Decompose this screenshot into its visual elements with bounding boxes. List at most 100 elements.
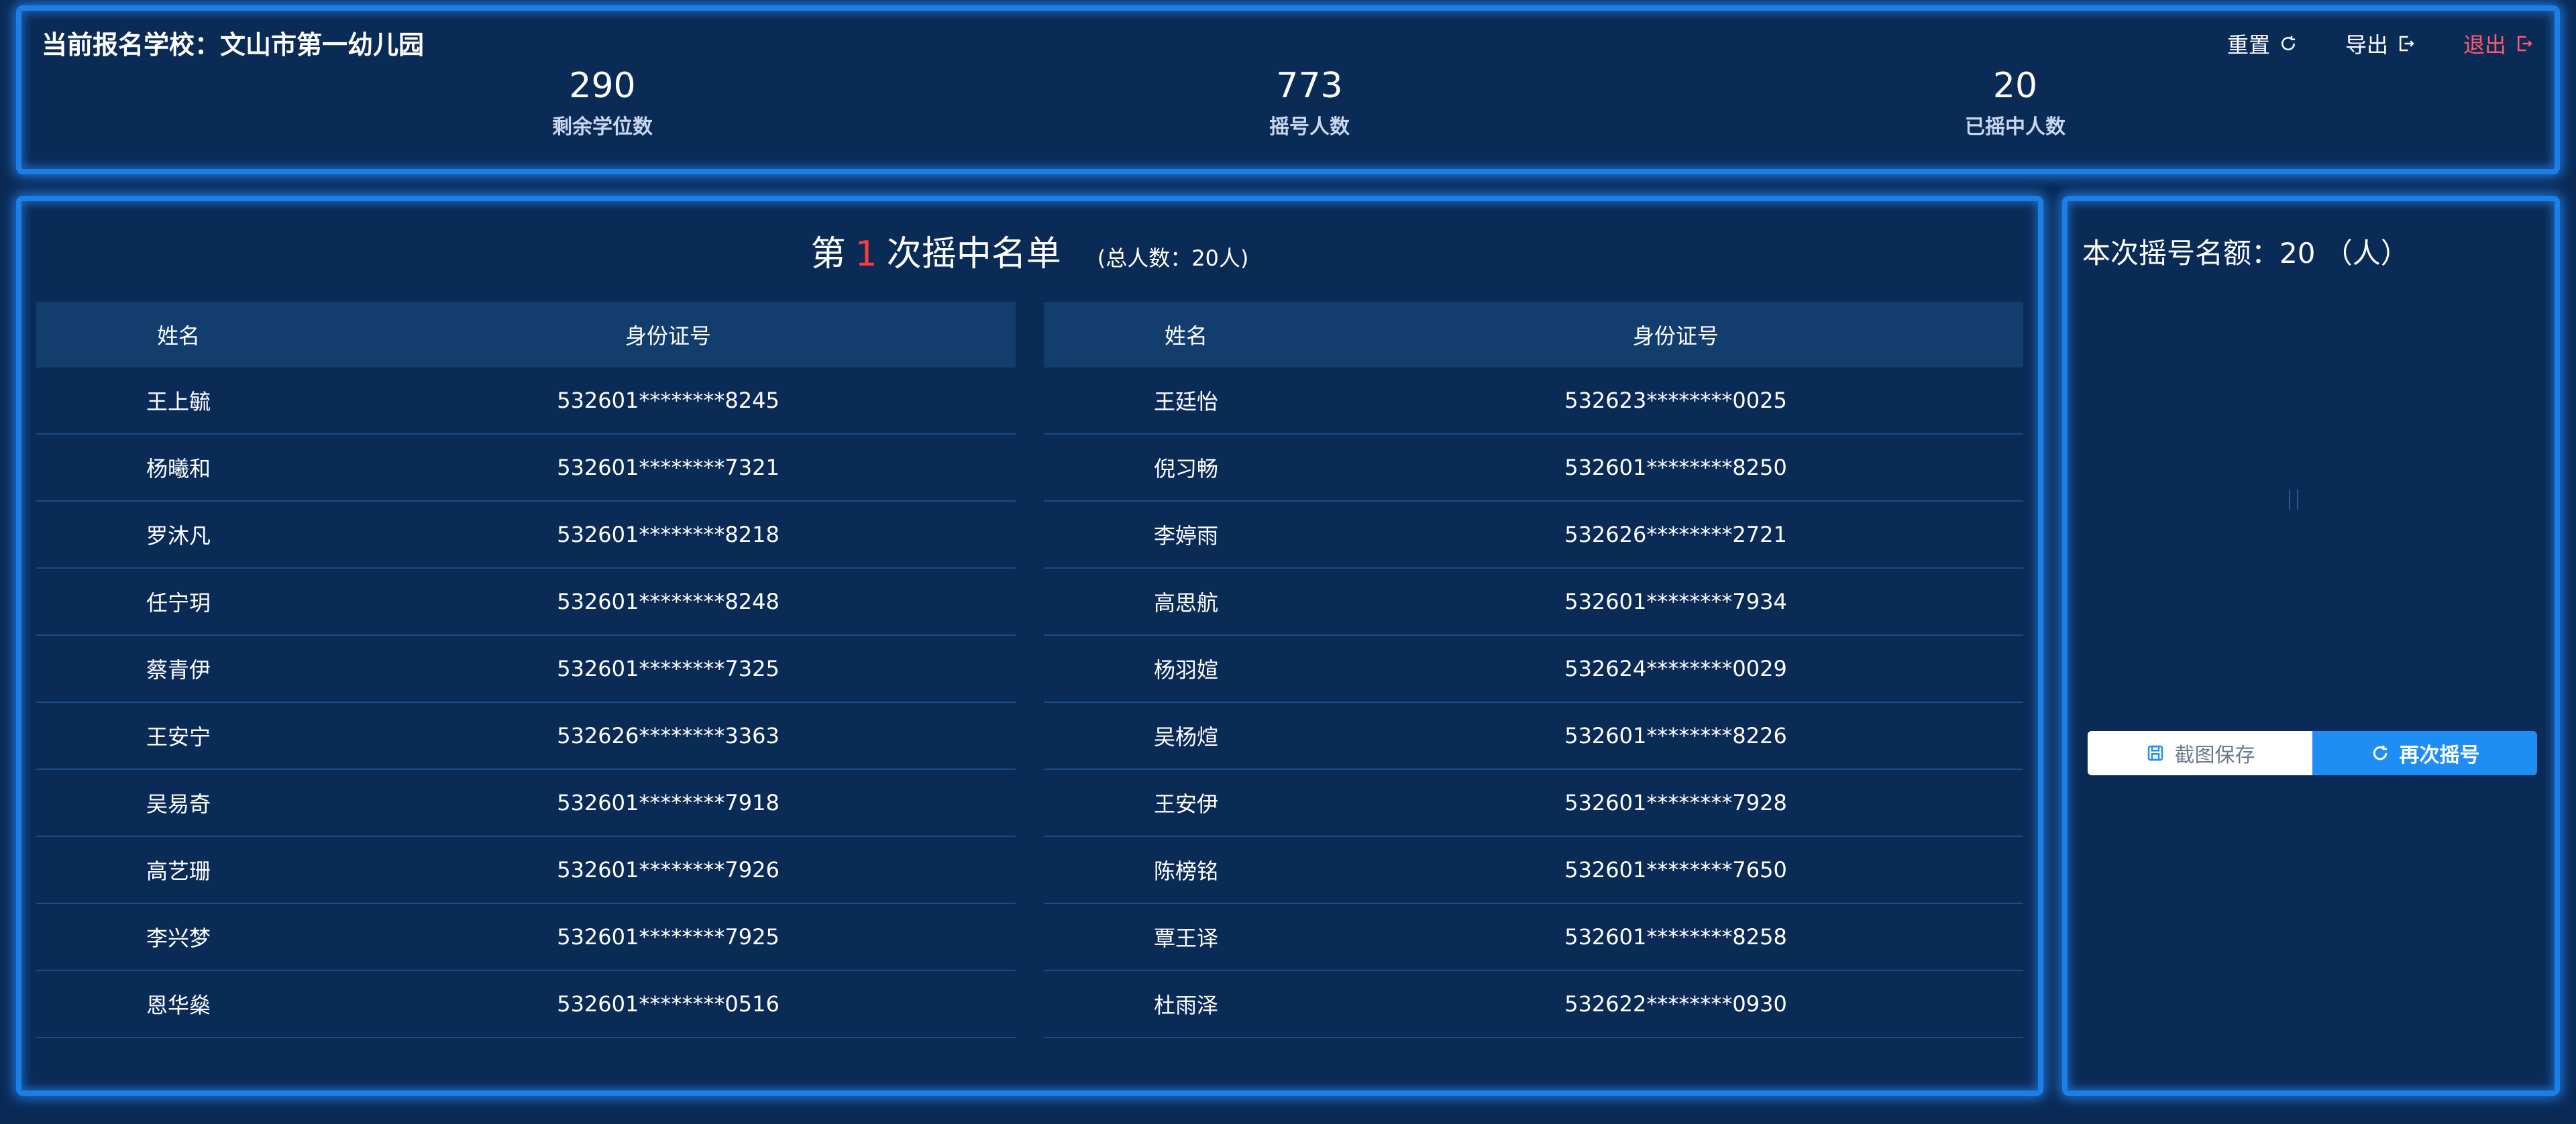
school-label: 当前报名学校：文山市第一幼儿园 [42,30,425,60]
export-button[interactable]: 导出 [2345,28,2416,59]
student-id-number: 532601********7926 [557,857,780,883]
winner-table-left: 姓名 身份证号 王上毓 532601********8245 杨曦和 532601**… [36,302,1016,1038]
student-id-number: 532601********8218 [557,522,780,547]
total-count: (总人数：20人) [1097,245,1249,271]
exit-button[interactable]: 退出 [2463,28,2534,59]
student-id-number: 532601********7325 [557,656,780,681]
column-header-name: 姓名 [1164,323,1208,349]
table-row: 覃王译 532601********8258 [1044,904,2023,971]
student-name: 罗沐凡 [146,523,211,549]
student-name: 王廷怡 [1153,389,1218,414]
table-row: 王安伊 532601********7928 [1044,770,2023,837]
screenshot-save-button[interactable]: 截图保存 [2088,731,2312,775]
student-name: 王上毓 [146,389,211,414]
column-header-id: 身份证号 [625,323,711,349]
student-id-number: 532623********0025 [1564,388,1787,413]
stat-label: 摇号人数 [1269,115,1350,139]
list-title: 第 1 次摇中名单 (总人数：20人) [21,225,2038,276]
student-id-number: 532601********8258 [1564,924,1787,950]
student-name: 高思航 [1153,590,1218,616]
student-id-number: 532626********2721 [1564,522,1787,547]
table-row: 李兴梦 532601********7925 [36,904,1016,971]
student-id-number: 532624********0029 [1564,656,1787,681]
logout-icon [2518,36,2532,52]
lottery-side-panel: 本次摇号名额：20 （人） 截图保存 再次摇号 [2062,196,2560,1096]
column-header-name: 姓名 [156,323,200,349]
table-row: 杜雨泽 532622********0930 [1044,971,2023,1038]
table-row: 杨曦和 532601********7321 [36,435,1016,502]
stat-value: 290 [569,66,636,106]
student-name: 李兴梦 [146,925,211,951]
student-id-number: 532601********7928 [1564,790,1787,816]
table-row: 李婷雨 532626********2721 [1044,502,2023,569]
stat-value: 773 [1276,66,1343,106]
scroll-handle[interactable] [2289,490,2298,510]
reload-icon [2373,745,2387,761]
student-id-number: 532601********8245 [557,388,780,413]
table-row: 吴易奇 532601********7918 [36,770,1016,837]
student-id-number: 532601********7934 [1564,589,1787,614]
student-name: 李婷雨 [1153,523,1218,549]
winner-table-right: 姓名 身份证号 王廷怡 532623********0025 倪习畅 532601**… [1044,302,2023,1038]
title-prefix: 第 [810,234,846,274]
table-row: 王安宁 532626********3363 [36,703,1016,770]
redraw-button[interactable]: 再次摇号 [2312,731,2537,775]
reload-icon [2281,36,2295,51]
stat-label: 剩余学位数 [552,115,653,139]
student-name: 杜雨泽 [1153,993,1218,1018]
table-row: 罗沐凡 532601********8218 [36,502,1016,569]
table-header: 姓名 身份证号 [1044,302,2023,368]
reset-label: 重置 [2226,32,2270,58]
table-row: 倪习畅 532601********8250 [1044,435,2023,502]
table-row: 任宁玥 532601********8248 [36,569,1016,636]
export-label: 导出 [2345,32,2388,58]
stat-selected-count: 20 已摇中人数 [1881,64,2149,139]
column-header-id: 身份证号 [1632,323,1719,349]
student-id-number: 532601********8250 [1564,455,1787,480]
student-name: 任宁玥 [146,590,211,616]
student-name: 王安伊 [1153,791,1218,817]
student-name: 杨曦和 [146,456,211,482]
student-id-number: 532601********8226 [1564,723,1787,748]
student-id-number: 532626********3363 [557,723,780,748]
table-row: 王上毓 532601********8245 [36,368,1016,435]
table-row: 高艺珊 532601********7926 [36,837,1016,904]
side-actions: 截图保存 再次摇号 [2088,731,2537,775]
student-name: 吴易奇 [146,791,211,817]
student-name: 恩华燊 [146,993,211,1018]
student-name: 杨羽媗 [1153,657,1218,683]
round-number: 1 [855,234,877,274]
student-name: 吴杨煊 [1153,724,1218,750]
student-name: 覃王译 [1153,925,1218,951]
student-id-number: 532601********7650 [1564,857,1787,883]
student-id-number: 532601********7321 [557,455,780,480]
header-actions: 重置 导出 退出 [2227,28,2534,59]
student-name: 蔡青伊 [146,657,211,683]
stat-value: 20 [1992,66,2038,106]
table-row: 高思航 532601********7934 [1044,569,2023,636]
table-row: 吴杨煊 532601********8226 [1044,703,2023,770]
reset-button[interactable]: 重置 [2227,28,2298,59]
stat-lottery-count: 773 摇号人数 [1175,64,1444,139]
stat-remaining-seats: 290 剩余学位数 [468,64,737,139]
summary-panel: 当前报名学校：文山市第一幼儿园 重置 导出 退出 290 剩余学位数 773 摇… [16,5,2560,174]
table-row: 恩华燊 532601********0516 [36,971,1016,1038]
student-id-number: 532601********8248 [557,589,780,614]
exit-label: 退出 [2463,32,2506,58]
table-body: 王廷怡 532623********0025 倪习畅 532601********82… [1044,368,2023,1038]
table-row: 杨羽媗 532624********0029 [1044,636,2023,703]
student-name: 王安宁 [146,724,211,750]
table-body: 王上毓 532601********8245 杨曦和 532601********73… [36,368,1016,1038]
quota-label: 本次摇号名额：20 （人） [2082,237,2409,270]
student-id-number: 532622********0930 [1564,991,1787,1017]
student-id-number: 532601********7925 [557,924,780,950]
student-id-number: 532601********0516 [557,991,780,1017]
table-row: 陈榜铭 532601********7650 [1044,837,2023,904]
stat-label: 已摇中人数 [1965,115,2065,139]
table-header: 姓名 身份证号 [36,302,1016,368]
save-icon [2147,745,2163,761]
table-row: 蔡青伊 532601********7325 [36,636,1016,703]
student-id-number: 532601********7918 [557,790,780,816]
student-name: 高艺珊 [146,858,211,884]
student-name: 陈榜铭 [1153,858,1218,884]
